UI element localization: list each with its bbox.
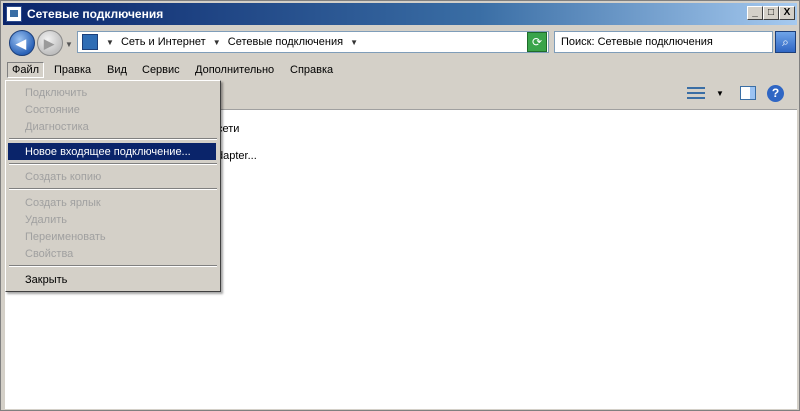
window-title: Сетевые подключения (27, 7, 164, 21)
menu-item-close[interactable]: Закрыть (8, 271, 216, 288)
address-row: ◀ ▶ ▼ ▼ Сеть и Интернет ▼ Сетевые подклю… (3, 27, 797, 59)
menu-item-rename[interactable]: Переименовать (8, 228, 216, 245)
menu-item-new-incoming-connection[interactable]: Новое входящее подключение... (8, 143, 216, 160)
chevron-down-icon[interactable]: ▼ (213, 38, 221, 47)
forward-button[interactable]: ▶ (37, 30, 63, 56)
views-dropdown-icon[interactable]: ▼ (716, 89, 724, 98)
menu-item-delete[interactable]: Удалить (8, 211, 216, 228)
search-placeholder: Поиск: Сетевые подключения (561, 36, 713, 48)
network-icon (82, 34, 98, 50)
menu-bar: Файл Правка Вид Сервис Дополнительно Спр… (3, 61, 797, 80)
maximize-button[interactable]: □ (763, 6, 779, 20)
menu-file[interactable]: Файл (7, 62, 45, 78)
menu-item-properties[interactable]: Свойства (8, 245, 216, 262)
views-icon[interactable] (687, 85, 705, 101)
breadcrumb-network-internet[interactable]: Сеть и Интернет (121, 36, 206, 48)
search-input[interactable]: Поиск: Сетевые подключения (554, 31, 773, 53)
menu-advanced[interactable]: Дополнительно (195, 64, 274, 76)
arrow-right-icon: ▶ (44, 36, 54, 51)
chevron-down-icon[interactable]: ▼ (106, 38, 114, 47)
chevron-down-icon[interactable]: ▼ (350, 38, 358, 47)
menu-item-diagnose[interactable]: Диагностика (8, 118, 216, 135)
menu-help[interactable]: Справка (290, 64, 333, 76)
menu-separator (9, 188, 217, 190)
help-icon[interactable]: ? (767, 85, 784, 102)
minimize-button[interactable]: _ (747, 6, 763, 20)
menu-tools[interactable]: Сервис (142, 64, 180, 76)
address-bar[interactable]: ▼ Сеть и Интернет ▼ Сетевые подключения … (77, 31, 549, 53)
menu-separator (9, 265, 217, 267)
preview-pane-icon[interactable] (740, 86, 756, 100)
close-button[interactable]: X (779, 6, 795, 20)
menu-item-create-copy[interactable]: Создать копию (8, 168, 216, 185)
menu-edit[interactable]: Правка (54, 64, 91, 76)
refresh-icon[interactable]: ⟳ (527, 32, 547, 52)
menu-item-connect[interactable]: Подключить (8, 84, 216, 101)
file-menu-dropdown: Подключить Состояние Диагностика Новое в… (5, 80, 221, 292)
breadcrumb-network-connections[interactable]: Сетевые подключения (228, 36, 343, 48)
back-button[interactable]: ◀ (9, 30, 35, 56)
list-item[interactable]: dapter... (217, 150, 257, 162)
menu-item-status[interactable]: Состояние (8, 101, 216, 118)
network-connections-icon (6, 6, 22, 22)
menu-item-create-shortcut[interactable]: Создать ярлык (8, 194, 216, 211)
menu-separator (9, 163, 217, 165)
menu-view[interactable]: Вид (107, 64, 127, 76)
arrow-left-icon: ◀ (16, 36, 26, 51)
title-bar[interactable]: Сетевые подключения _ □ X (3, 3, 797, 25)
explorer-window: Сетевые подключения _ □ X ◀ ▶ ▼ ▼ Сеть и… (0, 0, 800, 411)
search-icon[interactable]: ⌕ (775, 31, 796, 53)
recent-pages-dropdown-icon[interactable]: ▼ (65, 40, 73, 49)
breadcrumb: ▼ Сеть и Интернет ▼ Сетевые подключения … (102, 36, 362, 48)
menu-separator (9, 138, 217, 140)
